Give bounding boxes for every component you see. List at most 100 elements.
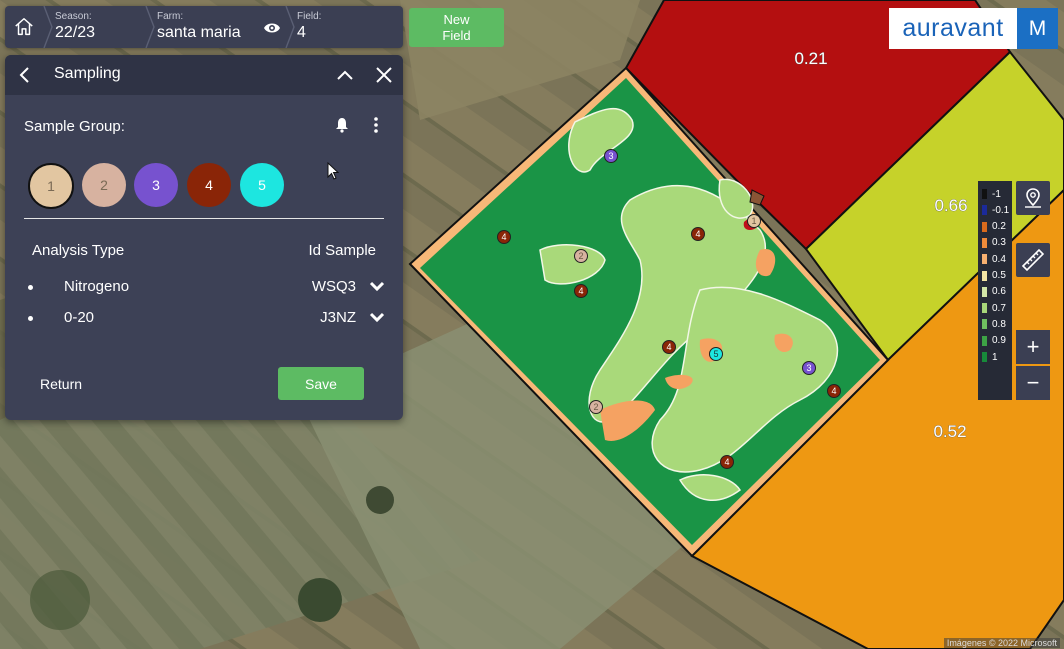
- legend-swatch: [982, 254, 987, 265]
- legend-label: 0.2: [992, 221, 1006, 233]
- home-icon: [15, 18, 33, 36]
- legend-item: -1: [982, 187, 1001, 201]
- sample-group-label-5: 5: [258, 177, 266, 193]
- sample-group-3[interactable]: 3: [134, 163, 178, 207]
- farm-selector[interactable]: Farm: santa maria: [145, 6, 285, 48]
- new-field-label-line2: Field: [442, 27, 471, 43]
- field-value: 4: [297, 24, 306, 41]
- chevron-down-icon[interactable]: [369, 312, 385, 323]
- legend-label: 0.4: [992, 253, 1006, 265]
- sample-marker[interactable]: 4: [497, 230, 511, 244]
- notification-button[interactable]: [332, 115, 352, 135]
- close-button[interactable]: [373, 64, 395, 86]
- zone-value-label: 0.21: [794, 49, 827, 68]
- sample-group-2[interactable]: 2: [82, 163, 126, 207]
- analysis-type-header: Analysis Type: [32, 242, 125, 259]
- divider: [24, 218, 384, 219]
- season-value: 22/23: [55, 24, 96, 41]
- sample-marker[interactable]: 2: [589, 400, 603, 414]
- logo-wordmark: auravant: [902, 14, 1004, 42]
- analysis-row: Nitrogeno WSQ3: [5, 275, 403, 299]
- legend-label: 0.8: [992, 318, 1006, 330]
- legend-swatch: [982, 286, 987, 297]
- collapse-button[interactable]: [334, 65, 356, 85]
- season-selector[interactable]: Season: 22/23: [43, 6, 145, 48]
- return-button[interactable]: Return: [40, 376, 82, 392]
- legend-item: 1: [982, 350, 998, 364]
- sample-marker[interactable]: 4: [574, 284, 588, 298]
- season-label: Season:: [55, 11, 92, 22]
- separator-icon: [145, 6, 155, 48]
- more-vertical-icon: [374, 117, 378, 133]
- panel-title: Sampling: [54, 65, 121, 82]
- panel-header: Sampling: [5, 55, 403, 95]
- analysis-type: Nitrogeno: [64, 278, 130, 295]
- legend-swatch: [982, 319, 987, 330]
- legend-label: -0.1: [992, 204, 1010, 216]
- sample-marker[interactable]: 3: [802, 361, 816, 375]
- sample-group-label-1: 1: [47, 178, 55, 194]
- field-selector[interactable]: Field: 4: [285, 6, 387, 48]
- sample-marker[interactable]: 4: [827, 384, 841, 398]
- eye-icon[interactable]: [263, 21, 281, 35]
- legend-swatch: [982, 205, 987, 216]
- home-button[interactable]: [5, 6, 43, 48]
- separator-icon: [43, 6, 53, 48]
- new-field-label-line1: New: [443, 11, 470, 27]
- map-attribution: Imágenes © 2022 Microsoft: [943, 638, 1060, 648]
- sample-group-4[interactable]: 4: [187, 163, 231, 207]
- map-pin-icon: [1025, 188, 1041, 208]
- id-sample-header: Id Sample: [308, 242, 376, 259]
- legend-label: -1: [992, 188, 1001, 200]
- zone-value-label: 0.52: [933, 422, 966, 441]
- sample-marker[interactable]: 3: [604, 149, 618, 163]
- sample-marker[interactable]: 2: [574, 249, 588, 263]
- legend-item: 0.5: [982, 269, 1006, 283]
- sample-group-label: Sample Group:: [24, 118, 125, 135]
- legend-item: 0.2: [982, 220, 1006, 234]
- legend-label: 0.9: [992, 335, 1006, 347]
- measure-button[interactable]: [1016, 243, 1050, 277]
- sample-marker[interactable]: 1: [747, 214, 761, 228]
- zoom-in-button[interactable]: +: [1016, 330, 1050, 364]
- sample-group-label-2: 2: [100, 177, 108, 193]
- chevron-down-icon[interactable]: [369, 281, 385, 292]
- sample-id: WSQ3: [311, 278, 356, 295]
- legend-swatch: [982, 221, 987, 232]
- legend-swatch: [982, 335, 987, 346]
- sample-marker[interactable]: 4: [691, 227, 705, 241]
- chevron-left-icon: [19, 67, 29, 83]
- legend-label: 0.7: [992, 302, 1006, 314]
- sample-marker[interactable]: 4: [720, 455, 734, 469]
- legend-swatch: [982, 270, 987, 281]
- sampling-panel: Sampling Sample Group: 1 2 3 4 5 Analysi…: [5, 55, 403, 420]
- new-field-button[interactable]: New Field: [409, 8, 504, 47]
- back-button[interactable]: [15, 65, 35, 85]
- close-icon: [376, 67, 392, 83]
- legend-swatch: [982, 352, 987, 362]
- sample-group-1[interactable]: 1: [28, 163, 74, 209]
- bullet-icon: [28, 285, 33, 290]
- legend-label: 0.3: [992, 237, 1006, 249]
- zone-value-label: 0.66: [934, 196, 967, 215]
- sample-group-5[interactable]: 5: [240, 163, 284, 207]
- chevron-up-icon: [337, 70, 353, 80]
- sample-id: J3NZ: [320, 309, 356, 326]
- separator-icon: [285, 6, 295, 48]
- sample-marker[interactable]: 4: [662, 340, 676, 354]
- zoom-out-button[interactable]: −: [1016, 366, 1050, 400]
- legend-item: 0.7: [982, 301, 1006, 315]
- legend-label: 1: [992, 351, 998, 363]
- legend-swatch: [982, 189, 987, 199]
- location-button[interactable]: [1016, 181, 1050, 215]
- user-avatar[interactable]: M: [1017, 8, 1058, 49]
- sample-marker[interactable]: 5: [709, 347, 723, 361]
- legend-item: 0.9: [982, 334, 1006, 348]
- sample-group-label-3: 3: [152, 177, 160, 193]
- more-options-button[interactable]: [366, 115, 386, 135]
- field-label: Field:: [297, 11, 322, 22]
- legend-item: 0.6: [982, 285, 1006, 299]
- ruler-icon: [1021, 248, 1045, 272]
- mouse-cursor-icon: [327, 162, 339, 180]
- save-button[interactable]: Save: [278, 367, 364, 400]
